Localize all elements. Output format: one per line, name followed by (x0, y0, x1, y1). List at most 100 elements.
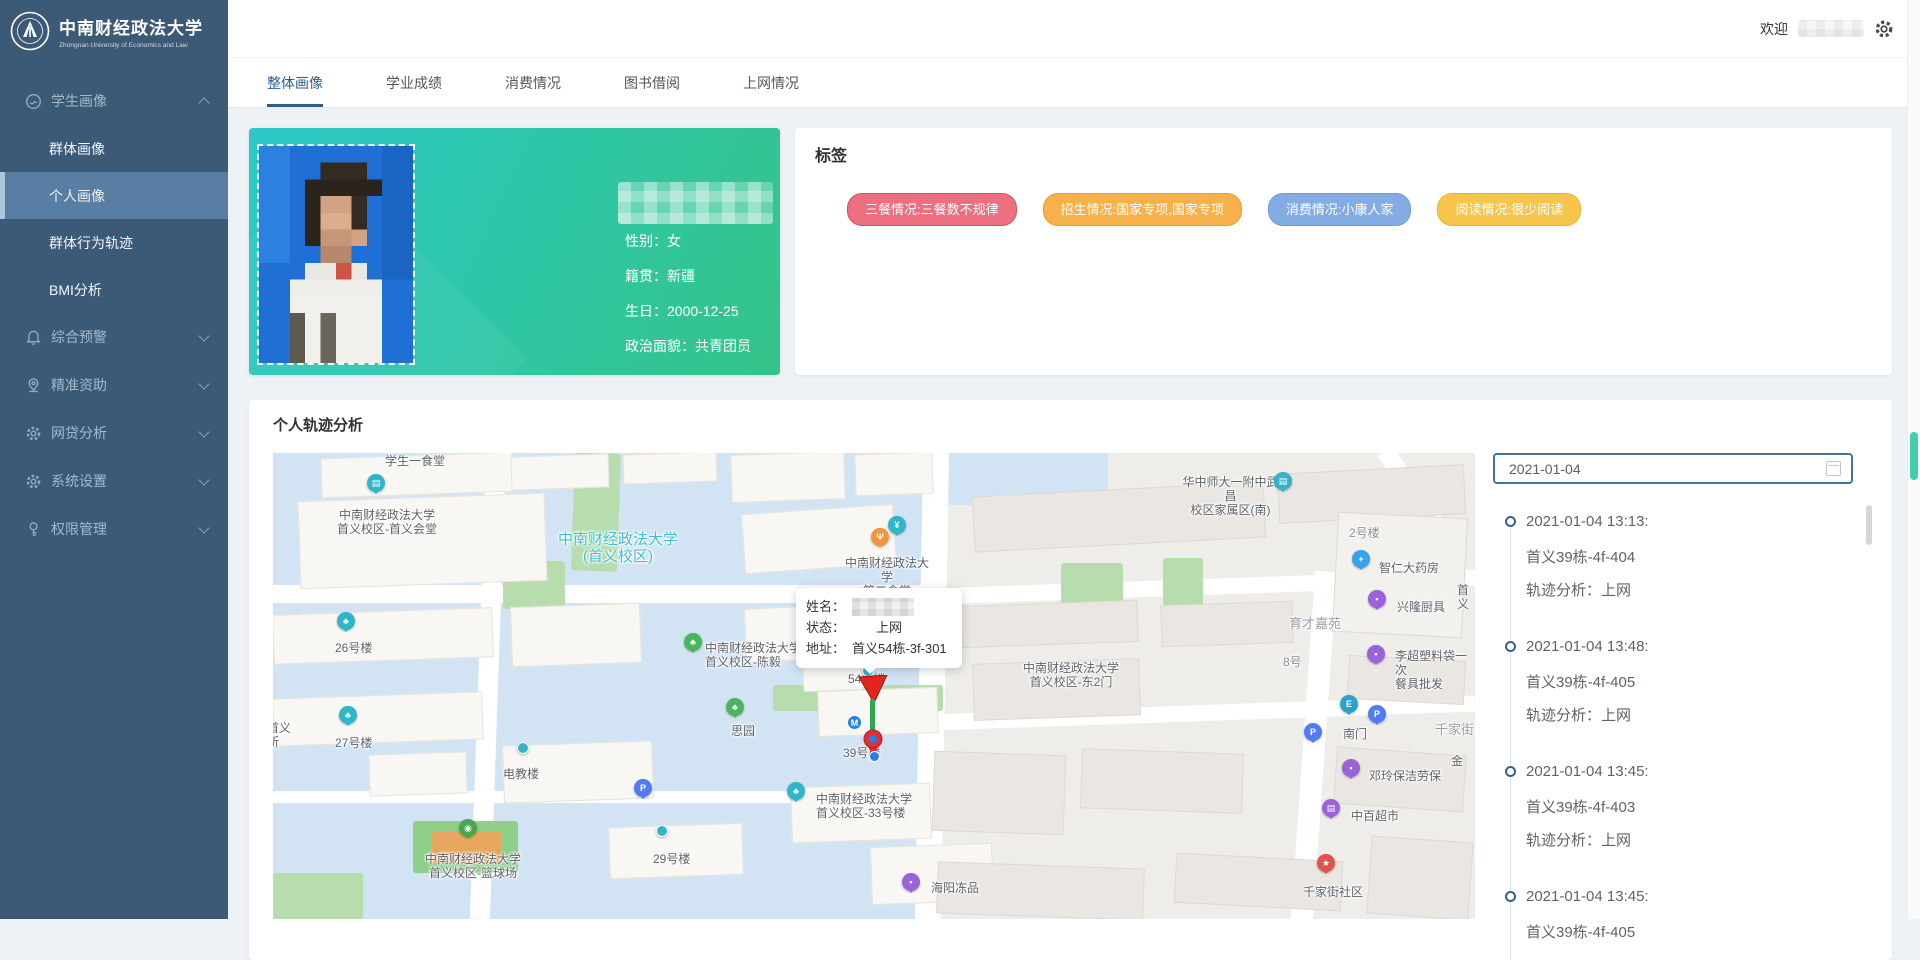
tab-bar: 整体画像 学业成绩 消费情况 图书借阅 上网情况 (228, 58, 1920, 108)
sidebar-item-student-portrait[interactable]: 学生画像 (0, 77, 228, 125)
page-scrollbar-thumb[interactable] (1910, 432, 1918, 480)
welcome-text: 欢迎 (1760, 19, 1788, 39)
page-scrollbar-track[interactable] (1907, 0, 1920, 919)
map-building (730, 453, 846, 503)
gear-icon (24, 424, 42, 442)
university-emblem-icon (10, 11, 50, 51)
atm-icon: ¥ (888, 516, 906, 534)
map-label: 29号楼 (653, 852, 690, 866)
trajectory-title: 个人轨迹分析 (273, 414, 363, 435)
metro-icon: E (1340, 695, 1358, 713)
shop-icon: ▤ (1322, 799, 1340, 817)
chevron-down-icon (198, 474, 209, 485)
sidebar-item-funding[interactable]: 精准资助 (0, 361, 228, 409)
popup-name-label: 姓名： (806, 596, 852, 617)
map-label: 千家街社区 (1303, 885, 1363, 899)
sidebar-item-loan-analysis[interactable]: 网贷分析 (0, 409, 228, 457)
tag-meals: 三餐情况:三餐数不规律 (847, 193, 1017, 226)
sidebar-item-label: 网贷分析 (51, 423, 107, 443)
sidebar-item-permission[interactable]: 权限管理 (0, 505, 228, 553)
sidebar: 中南财经政法大学 Zhongnan University of Economic… (0, 0, 228, 919)
sidebar-item-label: 精准资助 (51, 375, 107, 395)
tag-reading: 阅读情况:很少阅读 (1437, 193, 1581, 226)
key-icon (24, 520, 42, 538)
date-picker-input[interactable]: 2021-01-04 (1493, 453, 1853, 484)
map-label-area: 育才嘉苑 (1289, 617, 1341, 631)
popup-address-value: 首义54栋-3f-301 (852, 638, 947, 659)
timeline-bullet-icon (1505, 516, 1516, 527)
tag-list: 三餐情况:三餐数不规律 招生情况:国家专项,国家专项 消费情况:小康人家 阅读情… (847, 193, 1581, 226)
tree-icon: ♣ (787, 782, 805, 800)
dot-icon (656, 825, 668, 837)
map-green-area (1061, 563, 1123, 605)
star-icon: ★ (1317, 854, 1335, 872)
tree-icon: ♣ (339, 706, 357, 724)
bell-icon (24, 328, 42, 346)
map-label: 智仁大药房 (1379, 561, 1439, 575)
page: 中南财经政法大学 Zhongnan University of Economic… (0, 0, 1920, 919)
sidebar-item-warning[interactable]: 综合预警 (0, 313, 228, 361)
chevron-down-icon (198, 378, 209, 389)
sidebar-item-group-behavior-track[interactable]: 群体行为轨迹 (0, 219, 228, 266)
tab-overall-portrait[interactable]: 整体画像 (267, 58, 323, 107)
chevron-up-icon (198, 97, 209, 108)
tab-academic-scores[interactable]: 学业成绩 (386, 58, 442, 107)
sidebar-item-bmi-analysis[interactable]: BMI分析 (0, 266, 228, 313)
timeline-location: 首义39栋-4f-405 (1526, 921, 1635, 942)
tab-book-borrowing[interactable]: 图书借阅 (624, 58, 680, 107)
timeline-time: 2021-01-04 13:45: (1526, 888, 1649, 905)
timeline-scrollbar[interactable] (1866, 505, 1872, 545)
map-label: 首义 (1457, 583, 1475, 611)
location-pin-icon (24, 376, 42, 394)
sidebar-item-label: 权限管理 (51, 519, 107, 539)
portrait-face-icon (24, 92, 42, 110)
map-green-area (273, 873, 363, 919)
gear-icon (24, 472, 42, 490)
chevron-down-icon (198, 522, 209, 533)
shop-icon: ▪ (1368, 590, 1386, 608)
redacted-popup-name (852, 598, 914, 616)
timeline-bullet-icon (1505, 641, 1516, 652)
map-building (854, 453, 933, 496)
map-label: 海阳冻品 (931, 881, 979, 895)
trajectory-card: 个人轨迹分析 (249, 400, 1892, 960)
chevron-down-icon (198, 330, 209, 341)
tab-consumption[interactable]: 消费情况 (505, 58, 561, 107)
map-label: 中百超市 (1351, 809, 1399, 823)
map-building (932, 751, 1067, 836)
timeline-analysis: 轨迹分析：上网 (1526, 579, 1631, 600)
map-label: 首义 所 (273, 721, 291, 749)
calendar-icon[interactable] (1826, 461, 1841, 476)
map-label: 中南财经政法大学 首义校区-首义会堂 (333, 508, 441, 536)
map-label-campus: 中南财经政法大学 (首义校区) (558, 531, 678, 565)
campus-map[interactable]: 学生一食堂 中南财经政法大学 首义校区-首义会堂 中南财经政法大学 (首义校区)… (273, 453, 1475, 919)
sidebar-menu: 学生画像 群体画像 个人画像 群体行为轨迹 BMI分析 综合预警 精准资助 (0, 77, 228, 553)
tab-label: 整体画像 (267, 73, 323, 93)
map-building (368, 751, 467, 796)
map-label: 李超塑料袋一次 餐具批发 (1395, 649, 1475, 691)
tree-icon: ♣ (726, 698, 744, 716)
shop-icon: ▪ (1367, 645, 1385, 663)
dot-icon (517, 742, 529, 754)
map-label: 学生一食堂 (385, 454, 445, 468)
map-label: 中南财经政法大学 首义校区-33号楼 (816, 792, 912, 820)
map-label: 27号楼 (335, 736, 372, 750)
timeline-location: 首义39栋-4f-405 (1526, 671, 1635, 692)
parking-icon: P (634, 779, 652, 797)
sidebar-item-system-settings[interactable]: 系统设置 (0, 457, 228, 505)
redacted-student-name (618, 182, 773, 224)
sidebar-item-label: 系统设置 (51, 471, 107, 491)
sidebar-item-group-portrait[interactable]: 群体画像 (0, 125, 228, 172)
timeline-time: 2021-01-04 13:45: (1526, 763, 1649, 780)
settings-gear-icon[interactable] (1874, 19, 1894, 39)
profile-info: 性别：女 籍贯：新疆 生日：2000-12-25 政治面貌：共青团员 (625, 224, 751, 364)
map-label: 中南财经政法大学 首义校区-篮球场 (425, 852, 521, 880)
tree-icon: ♣ (684, 633, 702, 651)
tab-internet-usage[interactable]: 上网情况 (743, 58, 799, 107)
shop-icon: ▪ (1342, 759, 1360, 777)
map-label: 电教楼 (503, 767, 539, 781)
sidebar-item-personal-portrait[interactable]: 个人画像 (0, 172, 228, 219)
chevron-down-icon (198, 426, 209, 437)
canteen-food-icon: Ψ (871, 528, 889, 546)
map-building (623, 453, 718, 485)
